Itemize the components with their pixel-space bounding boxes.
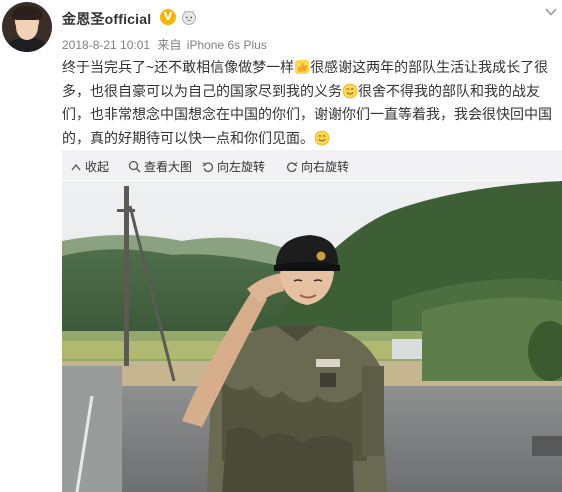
thumbs-emoji — [295, 60, 310, 74]
post-photo[interactable] — [62, 181, 562, 492]
rotate-right-label: 向右旋转 — [301, 160, 350, 174]
rotate-left-icon — [202, 161, 214, 172]
weibo-post: 金恩圣official V 2018-8-21 10:01 来自 iPhone … — [0, 0, 562, 492]
smile-emoji — [342, 83, 358, 98]
post-content: 终于当完兵了~还不敢相信像做梦一样 很感谢这两年的部队生活让我成长了很多，也很自… — [62, 56, 558, 150]
member-cat-icon[interactable] — [180, 9, 198, 25]
smile-emoji — [314, 130, 330, 145]
collapse-button[interactable]: 收起 — [70, 158, 109, 175]
source-device[interactable]: iPhone 6s Plus — [187, 38, 267, 52]
view-large-button[interactable]: 查看大图 — [128, 158, 192, 175]
view-large-label: 查看大图 — [144, 160, 193, 174]
collapse-label: 收起 — [85, 160, 110, 174]
chevron-down-icon[interactable] — [544, 6, 558, 18]
avatar[interactable] — [2, 2, 52, 52]
post-timestamp[interactable]: 2018-8-21 10:01 — [62, 38, 150, 52]
verified-badge-icon: V — [160, 9, 176, 25]
post-meta: 2018-8-21 10:01 来自 iPhone 6s Plus — [62, 36, 271, 53]
rotate-right-button[interactable]: 向右旋转 — [286, 158, 349, 175]
source-prefix: 来自 — [157, 38, 182, 52]
username[interactable]: 金恩圣official — [62, 9, 151, 29]
rotate-left-label: 向左旋转 — [217, 160, 266, 174]
zoom-icon — [128, 160, 141, 173]
rotate-right-icon — [286, 161, 298, 172]
rotate-left-button[interactable]: 向左旋转 — [202, 158, 265, 175]
content-segment: 终于当完兵了~还不敢相信像做梦一样 — [62, 59, 295, 75]
collapse-icon — [71, 163, 81, 170]
photo-toolbar: 收起 查看大图 向左旋转 向右旋转 — [62, 150, 562, 180]
